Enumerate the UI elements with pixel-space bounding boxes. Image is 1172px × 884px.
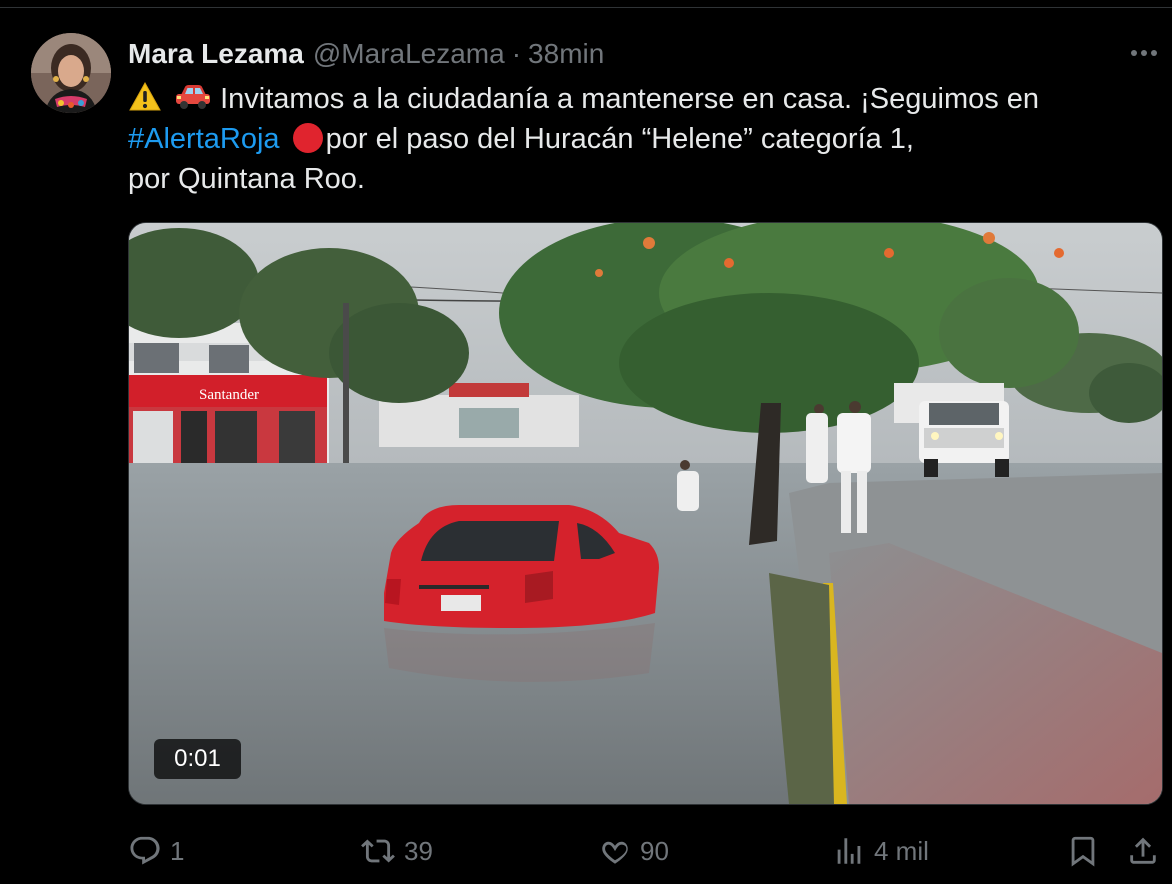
retweet-button[interactable]: 39 (360, 828, 433, 874)
retweet-icon (361, 839, 395, 863)
bookmark-icon (1071, 836, 1095, 867)
tweet-text: Invitamos a la ciudadanía a mantenerse e… (128, 79, 1128, 199)
like-count: 90 (640, 835, 669, 866)
views-count: 4 mil (874, 835, 929, 866)
views-chart-icon (837, 838, 861, 864)
share-button[interactable] (1126, 828, 1160, 874)
hashtag-alertaroja-link[interactable]: #AlertaRoja (128, 123, 280, 155)
red-circle-icon (292, 123, 323, 153)
tweet-header: Mara Lezama @MaraLezama · 38min (128, 36, 604, 72)
warning-sign-icon (129, 81, 161, 111)
tweet-line-3: por Quintana Roo. (128, 159, 1128, 199)
more-options-button[interactable] (1126, 36, 1162, 70)
more-icon (1131, 50, 1157, 56)
reply-count: 1 (170, 835, 185, 866)
tweet-line-2: #AlertaRoja por el paso del Huracán “Hel… (128, 119, 1128, 159)
top-divider (0, 7, 1172, 8)
tweet-line-1: Invitamos a la ciudadanía a mantenerse e… (128, 79, 1128, 119)
author-handle[interactable]: @MaraLezama (313, 38, 505, 70)
reply-icon (130, 836, 160, 865)
tweet-text-part-3: por Quintana Roo. (128, 163, 365, 195)
bookmark-button[interactable] (1066, 828, 1100, 874)
video-frame: Santander (129, 223, 1162, 804)
author-name[interactable]: Mara Lezama (128, 38, 304, 70)
tweet-text-part-1: Invitamos a la ciudadanía a mantenerse e… (212, 83, 1040, 115)
heart-icon (602, 841, 628, 864)
tweet-time[interactable]: 38min (528, 38, 604, 70)
red-car-icon (176, 85, 211, 109)
video-player[interactable]: Santander 0:01 (128, 222, 1163, 805)
tweet-actions: 1 39 90 4 mil (128, 828, 1168, 874)
share-icon (1130, 837, 1156, 864)
santander-sign: Santander (199, 387, 259, 403)
reply-button[interactable]: 1 (128, 828, 184, 874)
retweet-count: 39 (404, 835, 433, 866)
views-button[interactable]: 4 mil (832, 828, 929, 874)
header-separator: · (511, 38, 522, 69)
video-duration: 0:01 (154, 739, 241, 779)
avatar[interactable] (31, 33, 111, 113)
like-button[interactable]: 90 (598, 828, 669, 874)
tweet-text-part-2: por el paso del Huracán “Helene” categor… (325, 123, 914, 155)
avatar-image (31, 33, 111, 113)
